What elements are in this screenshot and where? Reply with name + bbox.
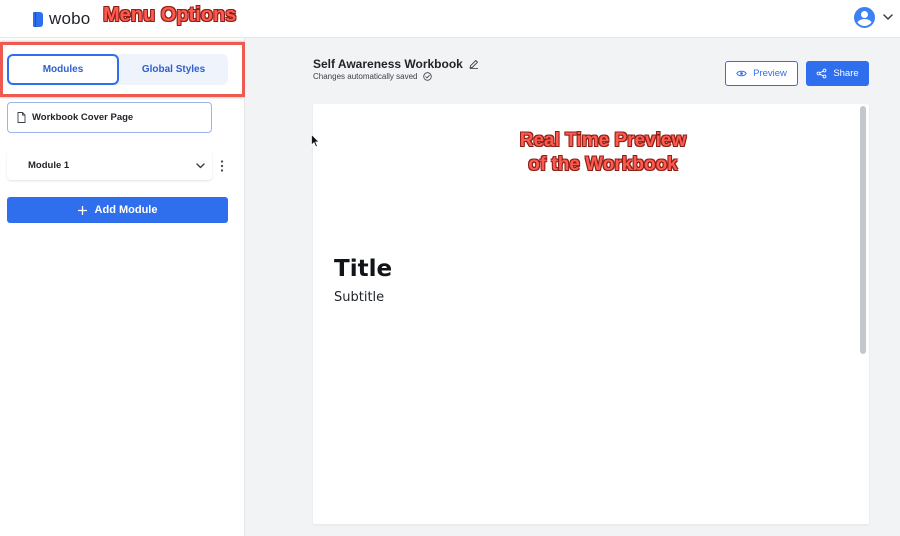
share-icon (816, 68, 827, 79)
app-logo[interactable]: wobo (33, 9, 90, 29)
eye-icon (736, 70, 747, 77)
share-button[interactable]: Share (806, 61, 869, 86)
cursor-icon (311, 134, 320, 148)
check-circle-icon (422, 72, 432, 81)
cover-page-label: Workbook Cover Page (32, 112, 134, 123)
annotation-preview-line2: of the Workbook (528, 154, 678, 175)
canvas-scrollbar[interactable] (860, 106, 866, 354)
logo-text: wobo (49, 9, 91, 28)
save-status: Changes automatically saved (313, 72, 432, 81)
user-avatar-icon[interactable] (854, 7, 875, 28)
preview-button[interactable]: Preview (725, 61, 798, 86)
add-module-label: Add Module (94, 204, 158, 216)
document-title: Self Awareness Workbook (313, 57, 479, 71)
document-icon (17, 112, 26, 123)
module-item[interactable]: Module 1 (7, 151, 212, 180)
menu-tabs: Modules Global Styles (7, 54, 228, 85)
chevron-down-icon[interactable] (195, 160, 206, 171)
main-panel: Self Awareness Workbook Changes automati… (245, 38, 900, 536)
tab-global-styles[interactable]: Global Styles (119, 54, 228, 85)
annotation-menu-options: Menu Options (103, 4, 237, 26)
add-module-button[interactable]: Add Module (7, 197, 228, 223)
cover-title: Title (334, 256, 393, 282)
annotation-preview-line1: Real Time Preview (519, 130, 687, 151)
logo-icon (33, 11, 43, 27)
preview-label: Preview (753, 68, 787, 79)
share-label: Share (833, 68, 859, 79)
workbook-preview-canvas[interactable]: Real Time Preview of the Workbook Title … (313, 104, 869, 524)
sidebar: Modules Global Styles Workbook Cover Pag… (0, 38, 245, 536)
annotation-real-time-preview: Real Time Preview of the Workbook (463, 129, 743, 177)
document-title-text: Self Awareness Workbook (313, 57, 463, 71)
plus-icon (77, 205, 87, 215)
top-bar: wobo Menu Options (0, 0, 900, 38)
chevron-down-icon[interactable] (881, 10, 895, 24)
workbook-cover-page-item[interactable]: Workbook Cover Page (7, 102, 212, 133)
cover-subtitle: Subtitle (334, 290, 385, 305)
kebab-menu-icon[interactable] (219, 159, 225, 173)
save-status-text: Changes automatically saved (313, 72, 418, 81)
edit-icon[interactable] (469, 59, 479, 69)
tab-modules[interactable]: Modules (7, 54, 119, 85)
module-label: Module 1 (28, 160, 70, 171)
